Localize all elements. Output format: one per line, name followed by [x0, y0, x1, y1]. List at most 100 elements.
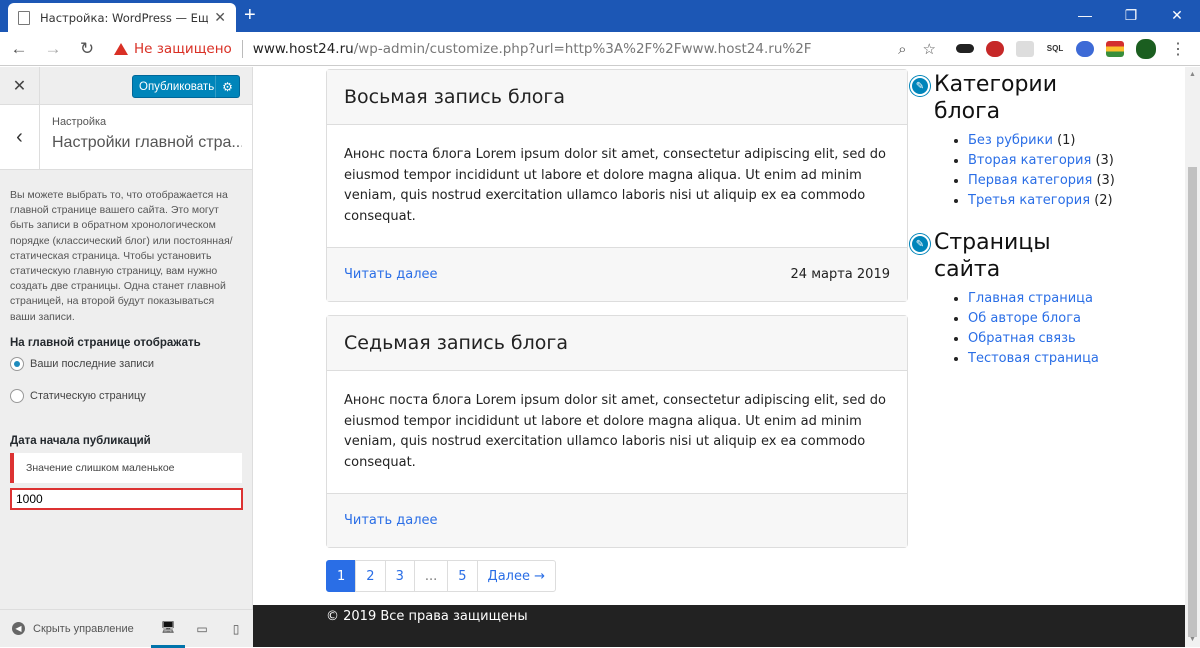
- customizer-sidebar: ✕ Опубликовать ⚙ ‹ Настройка Настройки г…: [0, 67, 253, 648]
- publish-settings-gear-icon[interactable]: ⚙: [215, 75, 240, 98]
- widget-title: ✎ Категории блога: [910, 71, 1120, 125]
- scrollbar-thumb[interactable]: [1188, 167, 1197, 637]
- profile-avatar[interactable]: [1136, 38, 1156, 59]
- next-page-link[interactable]: Далее →: [476, 560, 556, 592]
- page-link[interactable]: Тестовая страница: [968, 351, 1099, 366]
- category-count: (1): [1057, 133, 1076, 148]
- list-item: Третья категория (2): [968, 191, 1120, 211]
- warning-icon[interactable]: [114, 42, 128, 55]
- post-excerpt: Анонс поста блога Lorem ipsum dolor sit …: [344, 393, 886, 470]
- close-customizer-icon[interactable]: ✕: [0, 67, 40, 105]
- pages-list: Главная страница Об авторе блога Обратна…: [910, 289, 1120, 369]
- extension-mask-icon[interactable]: [956, 44, 974, 53]
- page-link[interactable]: Об авторе блога: [968, 311, 1081, 326]
- minimize-button[interactable]: —: [1062, 0, 1108, 30]
- start-date-input[interactable]: [10, 487, 243, 510]
- scroll-down-icon[interactable]: ▼: [1189, 636, 1196, 643]
- insecure-label[interactable]: Не защищено: [134, 41, 232, 57]
- page-link[interactable]: 3: [384, 560, 415, 592]
- url-path[interactable]: /wp-admin/customize.php?url=http%3A%2F%2…: [354, 41, 812, 57]
- site-preview: Восьмая запись блога Анонс поста блога L…: [253, 67, 1200, 647]
- category-link[interactable]: Третья категория: [968, 193, 1090, 208]
- pages-widget: ✎ Страницы сайта Главная страница Об авт…: [910, 229, 1120, 369]
- publish-button[interactable]: Опубликовать: [132, 75, 222, 98]
- page-link[interactable]: Обратная связь: [968, 331, 1076, 346]
- customizer-header: ✕ Опубликовать ⚙: [0, 67, 252, 105]
- radio-label-static[interactable]: Статическую страницу: [30, 390, 146, 402]
- radio-label-latest[interactable]: Ваши последние записи: [30, 358, 154, 370]
- page-link[interactable]: 2: [355, 560, 386, 592]
- radio-checked[interactable]: [10, 356, 24, 371]
- edit-pencil-icon[interactable]: ✎: [910, 76, 930, 96]
- post-date: 24 марта 2019: [790, 267, 890, 282]
- mobile-preview-icon[interactable]: ▯: [219, 610, 253, 648]
- tablet-preview-icon[interactable]: ▭: [185, 610, 219, 648]
- read-more-link[interactable]: Читать далее: [344, 267, 438, 282]
- extension-sql-icon[interactable]: SQL: [1046, 41, 1064, 57]
- error-notice: Значение слишком маленькое: [10, 452, 242, 483]
- maximize-button[interactable]: ❐: [1108, 0, 1154, 30]
- customizer-footer: ◀ Скрыть управление 🖥 ▭ ▯: [0, 609, 253, 648]
- list-item: Тестовая страница: [968, 349, 1120, 369]
- new-tab-button[interactable]: +: [244, 4, 256, 26]
- window-close-button[interactable]: ✕: [1154, 0, 1200, 30]
- breadcrumb: Настройка: [52, 116, 107, 128]
- pagination: 1 2 3 ... 5 Далее →: [326, 560, 556, 592]
- window-controls: — ❐ ✕: [1062, 0, 1200, 30]
- list-item: Вторая категория (3): [968, 151, 1120, 171]
- radio-static-page[interactable]: Статическую страницу: [0, 377, 252, 409]
- browser-tabbar: Настройка: WordPress — Ещё од ✕ + — ❐ ✕: [0, 0, 1200, 32]
- scroll-up-icon[interactable]: ▲: [1189, 71, 1196, 78]
- post-footer: Читать далее: [327, 493, 907, 547]
- browser-toolbar: ← → ↻ Не защищено www.host24.ru /wp-admi…: [0, 32, 1200, 66]
- category-count: (2): [1094, 193, 1113, 208]
- collapse-icon[interactable]: ◀: [12, 622, 25, 635]
- page-link[interactable]: Главная страница: [968, 291, 1093, 306]
- category-link[interactable]: Вторая категория: [968, 153, 1091, 168]
- radio-unchecked[interactable]: [10, 388, 24, 403]
- extension-globe-icon[interactable]: [1076, 40, 1094, 57]
- back-button[interactable]: ←: [4, 34, 34, 64]
- edit-pencil-icon[interactable]: ✎: [910, 234, 930, 254]
- category-link[interactable]: Без рубрики: [968, 133, 1053, 148]
- extension-flag-icon[interactable]: [1106, 40, 1124, 57]
- tab-close-icon[interactable]: ✕: [214, 9, 226, 26]
- list-item: Главная страница: [968, 289, 1120, 309]
- vertical-scrollbar[interactable]: ▲ ▼: [1185, 67, 1200, 647]
- hide-controls-label[interactable]: Скрыть управление: [33, 623, 134, 635]
- bookmark-star-icon[interactable]: ☆: [923, 40, 936, 58]
- url-host[interactable]: www.host24.ru: [253, 41, 354, 57]
- post-title[interactable]: Седьмая запись блога: [327, 316, 907, 371]
- reload-button[interactable]: ↻: [72, 34, 102, 64]
- zoom-icon[interactable]: ⌕: [898, 40, 906, 58]
- category-link[interactable]: Первая категория: [968, 173, 1092, 188]
- desktop-preview-icon[interactable]: 🖥: [151, 610, 185, 648]
- post-title[interactable]: Восьмая запись блога: [327, 70, 907, 125]
- categories-widget: ✎ Категории блога Без рубрики (1) Вторая…: [910, 71, 1120, 211]
- post-excerpt: Анонс поста блога Lorem ipsum dolor sit …: [344, 147, 886, 224]
- categories-list: Без рубрики (1) Вторая категория (3) Пер…: [910, 131, 1120, 211]
- radio-latest-posts[interactable]: Ваши последние записи: [0, 349, 252, 377]
- extensions: SQL: [956, 38, 1156, 59]
- page-icon: [18, 10, 30, 25]
- page-link-current[interactable]: 1: [326, 560, 357, 592]
- list-item: Обратная связь: [968, 329, 1120, 349]
- tab-title: Настройка: WordPress — Ещё од: [40, 10, 209, 25]
- copyright-text: © 2019 Все права защищены: [326, 609, 528, 624]
- list-item: Об авторе блога: [968, 309, 1120, 329]
- page-link[interactable]: 5: [447, 560, 478, 592]
- post-card: Восьмая запись блога Анонс поста блога L…: [326, 69, 908, 302]
- browser-tab[interactable]: Настройка: WordPress — Ещё од ✕: [8, 3, 236, 32]
- section-title: Настройки главной стра...: [52, 134, 242, 151]
- extension-adblock-icon[interactable]: [986, 40, 1004, 57]
- address-bar[interactable]: Не защищено www.host24.ru /wp-admin/cust…: [114, 35, 944, 63]
- browser-menu-icon[interactable]: ⋮: [1170, 39, 1186, 59]
- widget-title: ✎ Страницы сайта: [910, 229, 1120, 283]
- back-arrow-icon[interactable]: ‹: [0, 105, 40, 169]
- homepage-display-label: На главной странице отображать: [10, 336, 201, 349]
- hide-controls-button[interactable]: ◀ Скрыть управление: [0, 622, 151, 635]
- extension-layers-icon[interactable]: [1016, 40, 1034, 57]
- divider: [241, 39, 243, 58]
- read-more-link[interactable]: Читать далее: [344, 513, 438, 528]
- forward-button[interactable]: →: [38, 34, 68, 64]
